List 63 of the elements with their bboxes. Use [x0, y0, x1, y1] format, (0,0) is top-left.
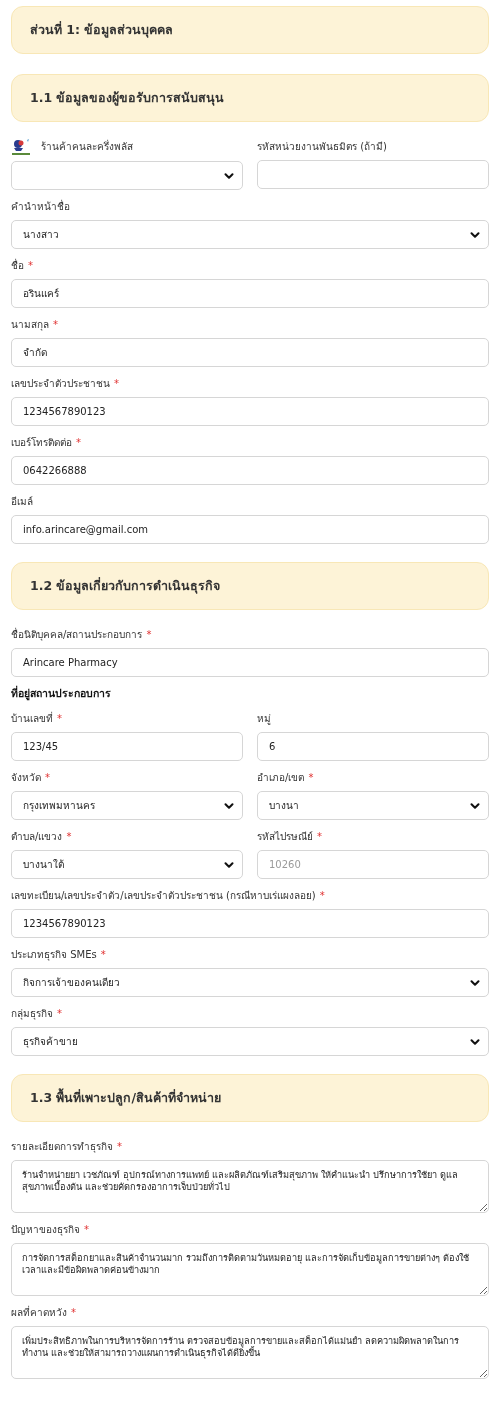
input-field[interactable]: 6	[257, 732, 489, 761]
required-mark: *	[57, 712, 62, 726]
field-label: ตำบล/แขวง	[11, 830, 63, 844]
subheading: ที่อยู่สถานประกอบการ	[11, 685, 112, 702]
field-label: หมู่	[257, 712, 271, 727]
dropdown[interactable]: บางนาใต้	[11, 850, 243, 879]
input-field[interactable]: อรินแคร์	[11, 279, 489, 308]
field-label: ชื่อ	[11, 257, 24, 273]
required-mark: *	[28, 259, 33, 273]
field-label: คำนำหน้าชื่อ	[11, 198, 70, 214]
section-header: ส่วนที่ 1: ข้อมูลส่วนบุคคล	[11, 6, 489, 54]
text-area[interactable]: ร้านจำหน่ายยา เวชภัณฑ์ อุปกรณ์ทางการแพทย์ และผลิตภัณฑ์เสริมสุขภาพ ให้คำแนะนำ ปรึกษาการใช้ยา ดูแลสุขภาพเบื้องต้น และช่วยคัดกรองอาการเจ็บป่วยทั่วไป	[11, 1160, 489, 1213]
required-mark: *	[308, 771, 314, 785]
input-field[interactable]: info.arincare@gmail.com	[11, 515, 489, 544]
input-field[interactable]	[257, 160, 489, 189]
dropdown[interactable]: กรุงเทพมหานคร	[11, 791, 243, 820]
text-area[interactable]: การจัดการสต็อกยาและสินค้าจำนวนมาก รวมถึงการติดตามวันหมดอายุ และการจัดเก็บข้อมูลการขายต่างๆ ต้องใช้เวลาและมีข้อผิดพลาดค่อนข้างมาก	[11, 1243, 489, 1296]
field-label: นามสกุล	[11, 318, 49, 333]
required-mark: *	[114, 377, 119, 391]
dropdown[interactable]	[11, 161, 243, 190]
dropdown[interactable]: นางสาว	[11, 220, 489, 249]
text-area[interactable]: เพิ่มประสิทธิภาพในการบริหารจัดการร้าน ตรวจสอบข้อมูลการขายและสต็อกได้แม่นยำ ลดความผิดพลาดในการทำงาน และช่วยให้สามารถวางแผนการดำเนินธุรกิจได้ดียิ่งขึ้น	[11, 1326, 489, 1379]
required-mark: *	[57, 1007, 62, 1021]
required-mark: *	[76, 436, 81, 450]
field-label: กลุ่มธุรกิจ	[11, 1007, 53, 1022]
input-field[interactable]: 1234567890123	[11, 397, 489, 426]
field-label: ประเภทธุรกิจ SMEs	[11, 948, 97, 963]
field-label: ผลที่คาดหวัง	[11, 1304, 67, 1320]
field-label: รหัสหน่วยงานพันธมิตร (ถ้ามี)	[257, 140, 387, 154]
input-field[interactable]: 1234567890123	[11, 909, 489, 938]
field-label: บ้านเลขที่	[11, 710, 53, 726]
field-label: อีเมล์	[11, 495, 33, 509]
field-label: ร้านค้าคนละครึ่งพลัส	[41, 138, 133, 154]
field-label: เบอร์โทรติดต่อ	[11, 436, 72, 450]
required-mark: *	[317, 830, 322, 844]
field-label: รหัสไปรษณีย์	[257, 830, 313, 844]
input-field[interactable]: 10260	[257, 850, 489, 879]
required-mark: *	[117, 1140, 122, 1154]
field-label: เลขทะเบียน/เลขประจำตัว/เลขประจำตัวประชาชน (กรณีหาบเร่แผงลอย)	[11, 889, 316, 903]
required-mark: *	[53, 318, 58, 332]
dropdown[interactable]: บางนา	[257, 791, 489, 820]
required-mark: *	[66, 830, 72, 844]
field-label: รายละเอียดการทำธุรกิจ	[11, 1140, 113, 1155]
input-field[interactable]: 0642266888	[11, 456, 489, 485]
dropdown[interactable]: กิจการเจ้าของคนเดียว	[11, 968, 489, 997]
field-label: ชื่อนิติบุคคล/สถานประกอบการ	[11, 626, 143, 643]
required-mark: *	[45, 771, 50, 785]
input-field[interactable]: จำกัด	[11, 338, 489, 367]
required-mark: *	[84, 1223, 89, 1237]
field-label: ปัญหาของธุรกิจ	[11, 1223, 80, 1238]
section-header: 1.2 ข้อมูลเกี่ยวกับการดำเนินธุรกิจ	[11, 562, 489, 610]
required-mark: *	[100, 948, 106, 962]
dropdown[interactable]: ธุรกิจค้าขาย	[11, 1027, 489, 1056]
input-field[interactable]: Arincare Pharmacy	[11, 648, 489, 677]
section-header: 1.3 พื้นที่เพาะปลูก/สินค้าที่จำหน่าย	[11, 1074, 489, 1122]
section-header: 1.1 ข้อมูลของผู้ขอรับการสนับสนุน	[11, 74, 489, 122]
required-mark: *	[71, 1306, 76, 1320]
field-label: จังหวัด	[11, 771, 41, 785]
required-mark: *	[146, 628, 152, 642]
input-field[interactable]: 123/45	[11, 732, 243, 761]
field-label: เลขประจำตัวประชาชน	[11, 377, 110, 391]
required-mark: *	[319, 889, 325, 903]
field-label: อำเภอ/เขต	[257, 771, 305, 785]
